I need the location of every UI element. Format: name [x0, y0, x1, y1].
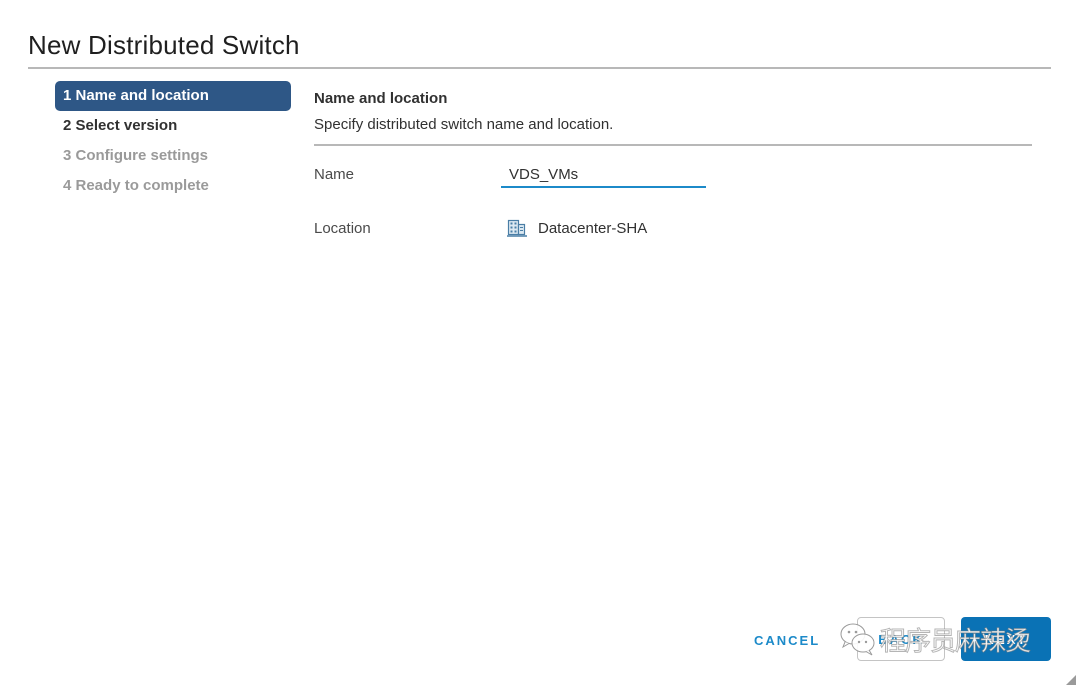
step-ready-to-complete: 4 Ready to complete [63, 177, 209, 194]
step-configure-settings: 3 Configure settings [63, 147, 209, 164]
cancel-button[interactable]: CANCEL [746, 626, 828, 656]
step-select-version[interactable]: 2 Select version [55, 111, 291, 141]
section-description: Specify distributed switch name and loca… [314, 116, 614, 133]
step-name-and-location[interactable]: 1 Name and location [55, 81, 291, 111]
step-content: Name and location Specify distributed sw… [314, 90, 1032, 237]
back-button[interactable]: BACK [857, 617, 945, 661]
section-title: Name and location [314, 90, 448, 107]
next-button[interactable]: NEXT [961, 617, 1051, 661]
location-label: Location [314, 220, 371, 237]
name-row: Name [314, 162, 1032, 192]
dialog-title: New Distributed Switch [28, 30, 300, 60]
name-label: Name [314, 166, 355, 183]
wizard-steps: 1 Name and location 2 Select version 3 C… [55, 81, 291, 201]
resize-grip-icon[interactable] [1066, 675, 1076, 685]
datacenter-icon [507, 219, 527, 237]
name-input[interactable] [501, 162, 706, 188]
location-row: Location Datacenter-SHA [314, 216, 1032, 246]
location-value: Datacenter-SHA [538, 220, 648, 237]
title-divider [28, 67, 1051, 69]
section-divider [314, 144, 1032, 146]
